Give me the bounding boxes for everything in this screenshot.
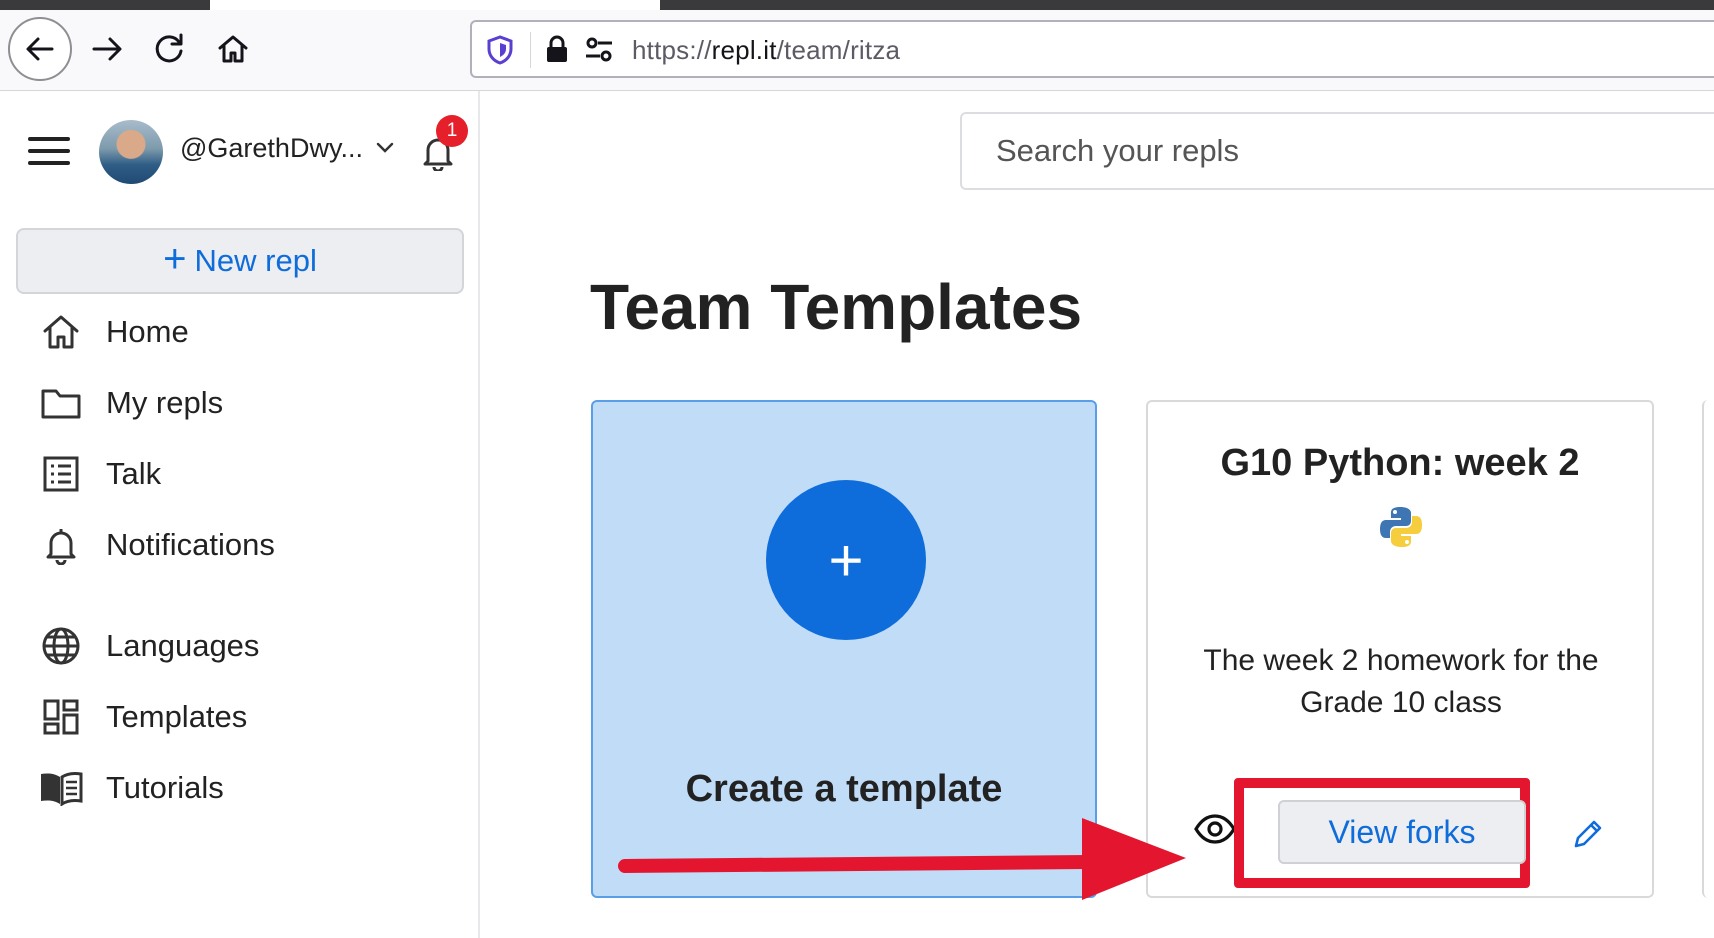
create-template-label: Create a template [685, 768, 1003, 810]
template-description: The week 2 homework for the Grade 10 cla… [1203, 644, 1599, 719]
lock-icon[interactable] [544, 34, 570, 69]
view-forks-button[interactable]: View forks [1278, 800, 1526, 864]
template-card[interactable]: G10 Python: week 2 The week 2 homework f… [1146, 400, 1654, 898]
url-bar[interactable]: https://repl.it/team/ritza [470, 20, 1714, 78]
sidebar-item-tutorials[interactable]: Tutorials [38, 760, 458, 816]
home-icon [218, 35, 248, 63]
bell-icon [38, 522, 84, 568]
tab-background [0, 0, 210, 10]
home-icon [38, 309, 84, 355]
sidebar: @GarethDwy... 1 + New repl Home My repls… [0, 91, 480, 938]
sidebar-item-talk[interactable]: Talk [38, 446, 458, 502]
reload-button[interactable] [140, 20, 198, 78]
permissions-icon[interactable] [584, 36, 614, 69]
menu-icon[interactable] [28, 137, 72, 167]
sidebar-item-my-repls[interactable]: My repls [38, 375, 458, 431]
python-logo-icon [1378, 504, 1424, 555]
sidebar-item-label: Templates [106, 699, 248, 734]
avatar[interactable] [99, 120, 163, 184]
tracking-protection-icon[interactable] [486, 35, 514, 70]
talk-icon [38, 451, 84, 497]
plus-icon[interactable]: + [766, 480, 926, 640]
sidebar-item-home[interactable]: Home [38, 304, 458, 360]
sidebar-item-notifications[interactable]: Notifications [38, 517, 458, 573]
search-input[interactable] [960, 112, 1714, 190]
plus-icon: + [163, 237, 187, 281]
browser-toolbar: https://repl.it/team/ritza [0, 10, 1714, 91]
sidebar-item-templates[interactable]: Templates [38, 689, 458, 745]
notification-badge: 1 [436, 115, 468, 147]
sidebar-item-label: Tutorials [106, 770, 224, 805]
page-title: Team Templates [590, 271, 1083, 343]
templates-icon [38, 694, 84, 740]
next-template-card[interactable] [1702, 400, 1714, 898]
sidebar-item-languages[interactable]: Languages [38, 618, 458, 674]
sidebar-item-label: Languages [106, 628, 260, 663]
new-repl-label: New repl [194, 243, 317, 278]
reload-icon [155, 33, 183, 63]
url-prefix: https:// [632, 35, 712, 65]
arrow-left-icon [26, 37, 54, 61]
url-divider [530, 32, 531, 68]
sidebar-item-label: Talk [106, 456, 162, 491]
tab-background [660, 0, 1714, 10]
back-button[interactable] [8, 17, 72, 81]
url-host: repl.it [711, 35, 777, 65]
pencil-icon[interactable] [1572, 818, 1604, 855]
url-path: /team/ritza [776, 35, 901, 65]
sidebar-item-label: Notifications [106, 527, 275, 562]
tab-strip [0, 0, 1714, 10]
chevron-down-icon[interactable] [376, 141, 394, 159]
arrow-right-icon [92, 37, 122, 61]
username[interactable]: @GarethDwy... [180, 133, 363, 164]
globe-icon [38, 623, 84, 669]
template-title: G10 Python: week 2 [1220, 442, 1580, 484]
home-button[interactable] [204, 20, 262, 78]
sidebar-item-label: Home [106, 314, 189, 349]
eye-icon[interactable] [1194, 814, 1236, 849]
url-text[interactable]: https://repl.it/team/ritza [632, 35, 900, 66]
create-template-card[interactable]: + Create a template [591, 400, 1097, 898]
new-repl-button[interactable]: + New repl [16, 228, 464, 294]
folder-icon [38, 380, 84, 426]
sidebar-item-label: My repls [106, 385, 224, 420]
book-icon [38, 765, 84, 811]
forward-button[interactable] [78, 20, 136, 78]
